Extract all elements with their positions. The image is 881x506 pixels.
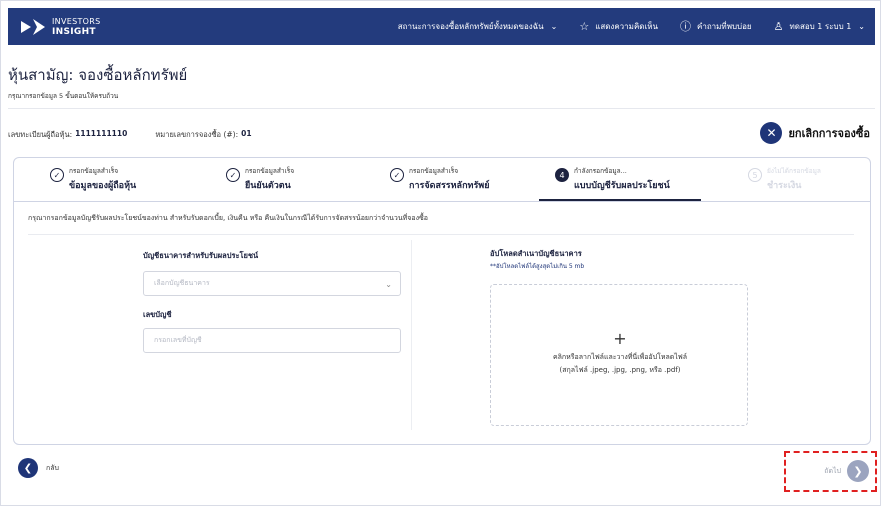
user-name: ทดสอบ 1 ระบบ 1	[789, 22, 852, 31]
booking-info: เลขทะเบียนผู้ถือหุ้น: 1111111110 หมายเลข…	[8, 129, 252, 141]
step-allocation[interactable]: ✓ กรอกข้อมูลสำเร็จ การจัดสรรหลักทรัพย์	[390, 166, 490, 192]
account-number-input[interactable]: กรอกเลขที่บัญชี	[143, 328, 401, 353]
account-number-placeholder: กรอกเลขที่บัญชี	[154, 336, 202, 344]
step-number: 4	[555, 168, 569, 182]
step-title: แบบบัญชีรับผลประโยชน์	[574, 181, 670, 191]
logo-text: INVESTORS INSIGHT	[52, 17, 100, 37]
plus-icon: +	[613, 329, 627, 348]
account-number-label: เลขบัญชี	[143, 310, 172, 319]
column-divider	[411, 240, 412, 430]
chevron-right-icon: ❯	[847, 460, 869, 482]
page: INVESTORS INSIGHT สถานะการจองซื้อหลักทรั…	[0, 0, 881, 506]
chevron-down-icon: ⌄	[385, 280, 392, 289]
bank-account-placeholder: เลือกบัญชีธนาคาร	[154, 279, 210, 287]
chevron-down-icon: ⌄	[550, 22, 558, 31]
reg-label: เลขทะเบียนผู้ถือหุ้น:	[8, 130, 73, 139]
top-navigation-bar: INVESTORS INSIGHT สถานะการจองซื้อหลักทรั…	[8, 8, 875, 45]
cancel-booking-button[interactable]: ✕ ยกเลิกการจองซื้อ	[760, 122, 870, 144]
step-number: 5	[748, 168, 762, 182]
step-payment: 5 ยังไม่ได้กรอกข้อมูล ชำระเงิน	[748, 166, 821, 192]
divider	[28, 234, 854, 235]
nav-faq-label: คำถามที่พบบ่อย	[696, 22, 752, 31]
chevron-left-icon: ❮	[18, 458, 38, 478]
upload-note: **อัปโหลดไฟล์ได้สูงสุดไม่เกิน 5 mb	[490, 263, 585, 270]
next-label: ถัดไป	[824, 466, 841, 475]
close-icon: ✕	[760, 122, 783, 144]
back-button[interactable]: ❮ กลับ	[18, 458, 59, 478]
step-status: กำลังกรอกข้อมูล...	[574, 167, 627, 175]
step-title: ข้อมูลของผู้ถือหุ้น	[69, 181, 137, 191]
logo-line2: INSIGHT	[52, 26, 96, 37]
booking-value: 01	[241, 129, 252, 138]
stepper: ✓ กรอกข้อมูลสำเร็จ ข้อมูลของผู้ถือหุ้น ✓…	[14, 158, 870, 201]
step-verify-identity[interactable]: ✓ กรอกข้อมูลสำเร็จ ยืนยันตัวตน	[226, 166, 294, 192]
nav-feedback-label: แสดงความคิดเห็น	[595, 22, 658, 31]
cancel-booking-label: ยกเลิกการจองซื้อ	[788, 127, 870, 140]
nav-my-bookings-label: สถานะการจองซื้อหลักทรัพย์ทั้งหมดของฉัน	[397, 22, 544, 31]
file-dropzone[interactable]: + คลิกหรือลากไฟล์และวางที่นี่เพื่ออัปโหล…	[490, 284, 748, 426]
user-icon: ♙	[773, 19, 784, 33]
logo-mark-icon	[21, 18, 45, 35]
next-button[interactable]: ถัดไป ❯	[824, 460, 869, 482]
nav-feedback[interactable]: ☆ แสดงความคิดเห็น	[579, 20, 658, 33]
help-circle-icon: ⓘ	[679, 19, 691, 33]
step-title: ยืนยันตัวตน	[245, 181, 291, 191]
reg-value: 1111111110	[75, 129, 128, 138]
top-nav: สถานะการจองซื้อหลักทรัพย์ทั้งหมดของฉัน ⌄…	[398, 8, 875, 45]
page-header: หุ้นสามัญ: จองซื้อหลักทรัพย์ กรุณากรอกข้…	[8, 63, 187, 101]
nav-faq[interactable]: ⓘ คำถามที่พบบ่อย	[680, 20, 752, 33]
step-title: ชำระเงิน	[767, 181, 802, 191]
user-menu[interactable]: ♙ ทดสอบ 1 ระบบ 1 ⌄	[774, 20, 865, 33]
step-title: การจัดสรรหลักทรัพย์	[409, 181, 490, 191]
bank-account-label: บัญชีธนาคารสำหรับรับผลประโยชน์	[143, 251, 259, 260]
check-circle-icon: ✓	[390, 168, 404, 182]
booking-form-card: ✓ กรอกข้อมูลสำเร็จ ข้อมูลของผู้ถือหุ้น ✓…	[13, 157, 871, 445]
nav-my-bookings[interactable]: สถานะการจองซื้อหลักทรัพย์ทั้งหมดของฉัน ⌄	[398, 20, 558, 33]
step-status: ยังไม่ได้กรอกข้อมูล	[767, 167, 821, 175]
logo[interactable]: INVESTORS INSIGHT	[20, 8, 100, 45]
step-shareholder-info[interactable]: ✓ กรอกข้อมูลสำเร็จ ข้อมูลของผู้ถือหุ้น	[50, 166, 136, 192]
step-benefit-account[interactable]: 4 กำลังกรอกข้อมูล... แบบบัญชีรับผลประโยช…	[555, 166, 670, 192]
star-icon: ☆	[579, 19, 590, 33]
dropzone-instruction: คลิกหรือลากไฟล์และวางที่นี่เพื่ออัปโหลดไ…	[552, 353, 688, 361]
back-label: กลับ	[46, 463, 59, 472]
page-subtitle: กรุณากรอกข้อมูล 5 ขั้นตอนให้ครบถ้วน	[8, 92, 119, 100]
next-button-highlight: ถัดไป ❯	[784, 451, 877, 492]
form-instruction: กรุณากรอกข้อมูลบัญชีรับผลประโยชน์ของท่าน…	[28, 214, 428, 222]
step-status: กรอกข้อมูลสำเร็จ	[409, 167, 459, 175]
step-status: กรอกข้อมูลสำเร็จ	[245, 167, 295, 175]
logo-line1: INVESTORS	[52, 16, 101, 26]
chevron-down-icon: ⌄	[858, 22, 865, 31]
bank-account-select[interactable]: เลือกบัญชีธนาคาร ⌄	[143, 271, 401, 296]
upload-label: อัปโหลดสำเนาบัญชีธนาคาร	[490, 249, 582, 258]
booking-label: หมายเลขการจองซื้อ (#):	[155, 130, 239, 139]
divider	[14, 201, 870, 202]
check-circle-icon: ✓	[226, 168, 240, 182]
page-title: หุ้นสามัญ: จองซื้อหลักทรัพย์	[8, 66, 188, 84]
step-status: กรอกข้อมูลสำเร็จ	[69, 167, 119, 175]
dropzone-file-types: (สกุลไฟล์ .jpeg, .jpg, .png, หรือ .pdf)	[559, 366, 681, 374]
divider	[8, 108, 875, 109]
check-circle-icon: ✓	[50, 168, 64, 182]
